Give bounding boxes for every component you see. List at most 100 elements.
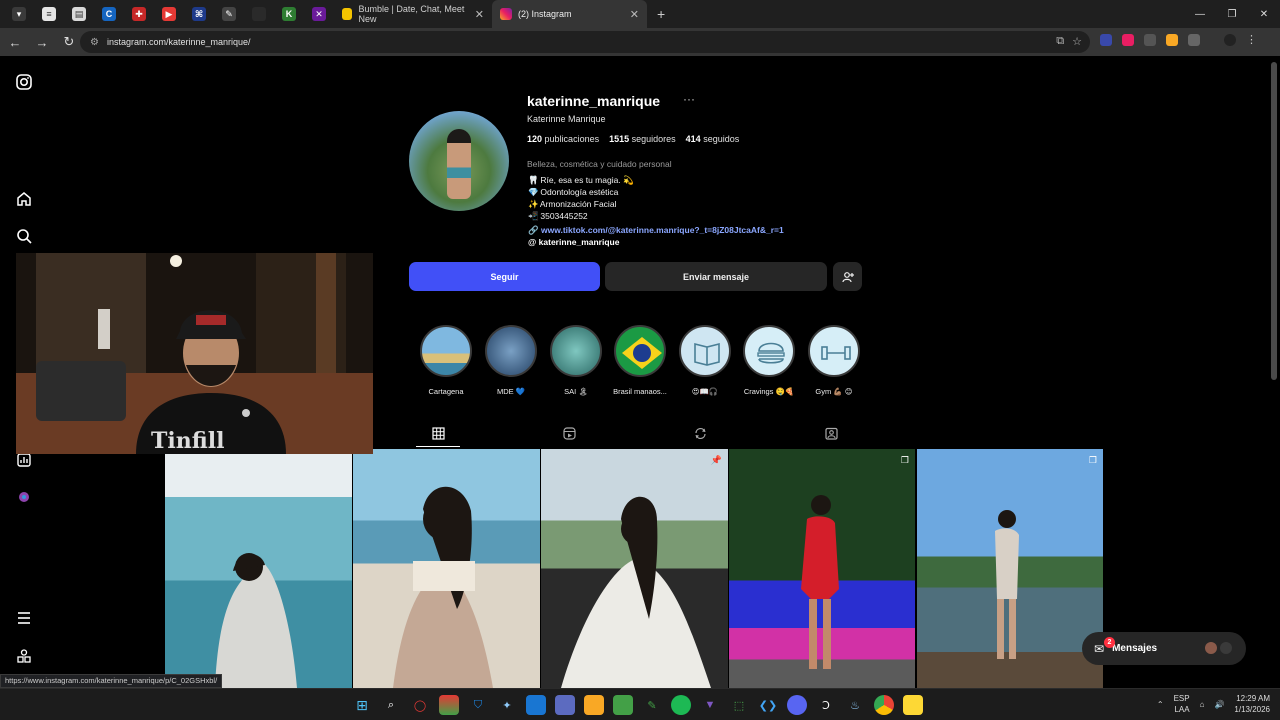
reels-tab-icon[interactable] (560, 424, 578, 442)
excel-icon[interactable] (613, 695, 633, 715)
app-icon[interactable]: ▼ (700, 695, 720, 715)
highlight-item[interactable]: Brasil manaos... (612, 325, 668, 396)
more-apps-icon[interactable] (14, 646, 34, 666)
svg-text:Tinfill: Tinfill (151, 428, 224, 454)
pinned-tab[interactable]: ✚ (124, 0, 154, 28)
extension-icon[interactable] (1122, 34, 1134, 46)
pinned-tab[interactable]: ✕ (304, 0, 334, 28)
opera-icon[interactable]: ◯ (410, 695, 430, 715)
bookmark-star-icon[interactable]: ☆ (1072, 35, 1082, 48)
messages-pill[interactable]: ✉ 2 Mensajes (1082, 632, 1246, 665)
profile-link[interactable]: 🔗 www.tiktok.com/@katerinne.manrique?_t=… (528, 225, 784, 236)
tab-instagram[interactable]: (2) Instagram ✕ (492, 0, 647, 28)
followers-stat[interactable]: 1515 seguidores (609, 134, 676, 144)
reposts-tab-icon[interactable] (691, 424, 709, 442)
lang-code: ESP (1173, 694, 1190, 703)
highlight-label: Cravings 🤤🍕 (743, 387, 795, 396)
pinned-tab[interactable]: C (94, 0, 124, 28)
post-thumbnail[interactable]: ❐ (917, 449, 1103, 688)
pinned-tab[interactable]: ▶ (154, 0, 184, 28)
chevron-up-icon[interactable]: ⌃ (1157, 700, 1164, 709)
pinned-tab[interactable]: ✎ (214, 0, 244, 28)
highlight-item[interactable]: Cravings 🤤🍕 (741, 325, 797, 396)
c-icon: C (102, 7, 116, 21)
windows-start-icon[interactable]: ⊞ (352, 695, 372, 715)
page-scrollbar[interactable] (1271, 62, 1277, 380)
new-tab-icon[interactable]: + (657, 6, 665, 22)
follow-button[interactable]: Seguir (409, 262, 600, 291)
profile-avatar[interactable] (1224, 34, 1236, 46)
posts-grid-tab-icon[interactable] (429, 424, 447, 442)
home-icon[interactable] (14, 189, 34, 209)
spotify-icon[interactable] (671, 695, 691, 715)
back-icon[interactable]: ← (3, 30, 27, 54)
network-icon[interactable]: ⌂ (1200, 700, 1205, 709)
close-icon[interactable]: ✕ (475, 8, 484, 21)
pinned-tab[interactable]: ▾ (4, 0, 34, 28)
post-thumbnail[interactable]: 📌 (541, 449, 728, 688)
pinned-tab[interactable]: ▤ (64, 0, 94, 28)
highlight-item[interactable]: 😍📖🎧 (677, 325, 733, 396)
post-thumbnail[interactable] (165, 449, 352, 688)
post-thumbnail[interactable]: ❐ (729, 449, 915, 688)
site-info-icon[interactable]: ⚙ (90, 37, 99, 48)
app-icon[interactable]: Ↄ (816, 695, 836, 715)
steam-icon[interactable]: ♨ (845, 695, 865, 715)
tagged-tab-icon[interactable] (822, 424, 840, 442)
photos-icon[interactable] (526, 695, 546, 715)
time: 12:29 AM (1236, 694, 1270, 703)
add-person-icon[interactable] (833, 262, 862, 291)
options-dots-icon[interactable]: ··· (683, 92, 695, 106)
app-icon[interactable]: ⬚ (729, 695, 749, 715)
app-icon[interactable]: ✦ (497, 695, 517, 715)
close-window-icon[interactable]: ✕ (1248, 0, 1280, 28)
highlight-item[interactable]: MDE 💙 (483, 325, 539, 396)
following-stat[interactable]: 414 seguidos (686, 134, 740, 144)
instagram-logo-icon[interactable] (14, 72, 34, 92)
settings-app-icon[interactable] (555, 695, 575, 715)
menu-icon[interactable] (14, 608, 34, 628)
bio-line: 🦷 Ríe, esa es tu magia. 💫 (528, 174, 634, 186)
pinned-tab[interactable]: ≡ (34, 0, 64, 28)
messages-badge: 2 (1104, 637, 1115, 648)
install-icon[interactable]: ⧉ (1056, 35, 1064, 48)
window-controls: — ❐ ✕ (1184, 0, 1280, 28)
threads-link[interactable]: @ katerinne_manrique (528, 237, 619, 247)
highlight-item[interactable]: Gym 💪🏽 😊 (806, 325, 862, 396)
link-icon: 🔗 (528, 225, 539, 235)
restore-icon[interactable]: ❐ (1216, 0, 1248, 28)
address-bar[interactable]: ⚙ instagram.com/katerinne_manrique/ ⧉ ☆ (80, 31, 1090, 53)
app-icon[interactable]: ✎ (642, 695, 662, 715)
profile-avatar-large[interactable] (409, 111, 509, 211)
puzzle-icon[interactable] (1188, 34, 1200, 46)
meta-ai-icon[interactable] (14, 487, 34, 507)
minimize-icon[interactable]: — (1184, 0, 1216, 28)
language-indicator[interactable]: ESP LAA (1174, 693, 1190, 715)
pinned-tab[interactable]: ⌘ (184, 0, 214, 28)
send-message-button[interactable]: Enviar mensaje (605, 262, 827, 291)
clock[interactable]: 12:29 AM 1/13/2026 (1234, 693, 1270, 715)
folder-icon[interactable] (584, 695, 604, 715)
volume-icon[interactable]: 🔊 (1214, 700, 1224, 709)
pinned-tab[interactable] (244, 0, 274, 28)
highlight-item[interactable]: Cartagena (418, 325, 474, 396)
tab-bumble[interactable]: Bumble | Date, Chat, Meet New ✕ (334, 0, 492, 28)
vscode-icon[interactable]: ❮❯ (758, 695, 778, 715)
extension-icon[interactable] (1166, 34, 1178, 46)
extension-icon[interactable] (1144, 34, 1156, 46)
taskbar-search-icon[interactable]: ⌕ (381, 695, 401, 715)
pinned-tab[interactable]: K (274, 0, 304, 28)
app-icon[interactable] (439, 695, 459, 715)
highlight-item[interactable]: SAI 🏝 (548, 325, 604, 396)
forward-icon[interactable]: → (30, 30, 54, 54)
security-icon[interactable]: ⛉ (468, 695, 488, 715)
search-icon[interactable] (14, 226, 34, 246)
post-thumbnail[interactable] (353, 449, 540, 688)
discord-icon[interactable] (787, 695, 807, 715)
close-icon[interactable]: ✕ (630, 8, 639, 21)
chrome-icon[interactable] (874, 695, 894, 715)
extension-icon[interactable] (1100, 34, 1112, 46)
sticky-notes-icon[interactable] (903, 695, 923, 715)
reload-icon[interactable]: ↻ (57, 30, 81, 54)
menu-dots-icon[interactable]: ⋮ (1246, 34, 1258, 46)
